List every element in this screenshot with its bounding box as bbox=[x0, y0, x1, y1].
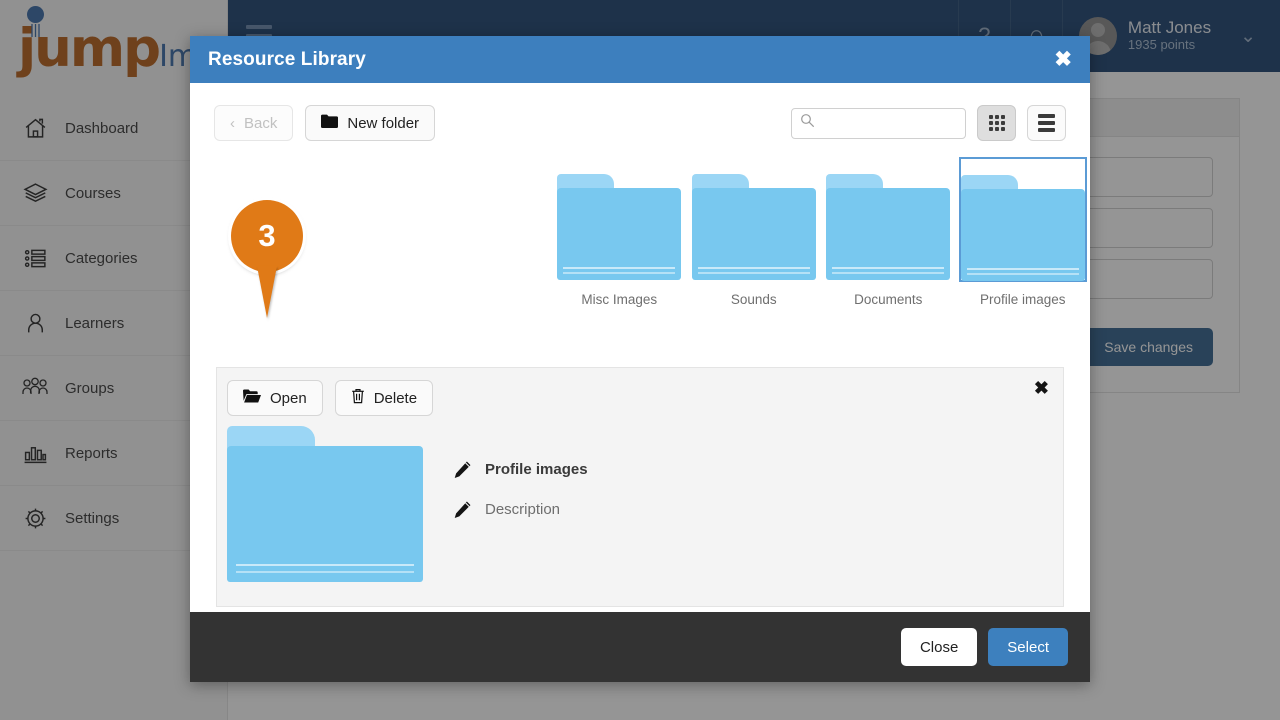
list-view-icon[interactable] bbox=[1027, 105, 1066, 141]
folder-icon bbox=[555, 157, 683, 282]
detail-description-row[interactable]: Description bbox=[453, 489, 588, 529]
detail-body: Profile images Description bbox=[227, 426, 1053, 582]
modal-toolbar: ‹ Back New folder bbox=[190, 83, 1090, 141]
chevron-left-icon: ‹ bbox=[230, 114, 235, 132]
open-button[interactable]: Open bbox=[227, 380, 323, 416]
back-button[interactable]: ‹ Back bbox=[214, 105, 294, 141]
modal-footer: Close Select bbox=[190, 612, 1090, 682]
folder-detail-panel: Open Delete ✖ Profile images Description bbox=[216, 367, 1064, 607]
folder-label: Misc Images bbox=[581, 292, 658, 307]
new-folder-label: New folder bbox=[347, 114, 420, 132]
open-button-label: Open bbox=[270, 389, 307, 407]
folder-label: Profile images bbox=[979, 292, 1066, 307]
pencil-icon[interactable] bbox=[453, 460, 472, 479]
trash-icon bbox=[351, 388, 365, 408]
delete-button-label: Delete bbox=[373, 389, 418, 407]
modal-title: Resource Library bbox=[208, 48, 366, 70]
folder-label: Documents bbox=[854, 292, 923, 307]
folder-name: Profile images bbox=[485, 460, 588, 478]
callout-pin: 3 bbox=[231, 200, 303, 318]
new-folder-button[interactable]: New folder bbox=[305, 105, 436, 141]
detail-close-icon[interactable]: ✖ bbox=[1034, 379, 1049, 397]
folder-icon bbox=[824, 157, 952, 282]
screen-root: jumpIm Dashboard Courses Categories Lear… bbox=[0, 0, 1280, 720]
folder-icon bbox=[690, 157, 818, 282]
delete-button[interactable]: Delete bbox=[334, 380, 434, 416]
grid-view-icon[interactable] bbox=[977, 105, 1016, 141]
modal-body: ‹ Back New folder Misc Images Sounds Doc… bbox=[190, 83, 1090, 612]
open-folder-icon bbox=[243, 389, 261, 407]
folder-label: Sounds bbox=[730, 292, 777, 307]
back-button-label: Back bbox=[244, 114, 278, 132]
search-input[interactable] bbox=[821, 115, 1002, 131]
detail-name-row[interactable]: Profile images bbox=[453, 449, 588, 489]
close-icon[interactable]: ✖ bbox=[1054, 49, 1072, 70]
detail-meta: Profile images Description bbox=[453, 426, 588, 582]
detail-actions: Open Delete bbox=[227, 380, 434, 416]
folder-item[interactable]: Misc Images bbox=[552, 157, 687, 307]
close-button[interactable]: Close bbox=[900, 628, 978, 666]
detail-folder-icon bbox=[227, 426, 423, 582]
folder-item-selected[interactable]: Profile images bbox=[956, 157, 1091, 307]
folder-icon bbox=[321, 114, 339, 132]
folder-icon bbox=[958, 157, 1087, 282]
resource-library-modal: Resource Library ✖ ‹ Back New folder Mis… bbox=[190, 36, 1090, 682]
modal-header: Resource Library ✖ bbox=[190, 36, 1090, 83]
folder-item[interactable]: Sounds bbox=[687, 157, 822, 307]
folder-grid: Misc Images Sounds Documents Profile ima… bbox=[190, 141, 1090, 307]
select-button[interactable]: Select bbox=[988, 628, 1068, 666]
callout-step-number: 3 bbox=[231, 200, 303, 272]
search-box[interactable] bbox=[791, 107, 1002, 139]
folder-item[interactable]: Documents bbox=[821, 157, 956, 307]
folder-description: Description bbox=[485, 500, 561, 518]
callout-pin-tail bbox=[257, 266, 277, 318]
pencil-icon[interactable] bbox=[453, 500, 472, 519]
magnifier-icon bbox=[800, 113, 815, 133]
